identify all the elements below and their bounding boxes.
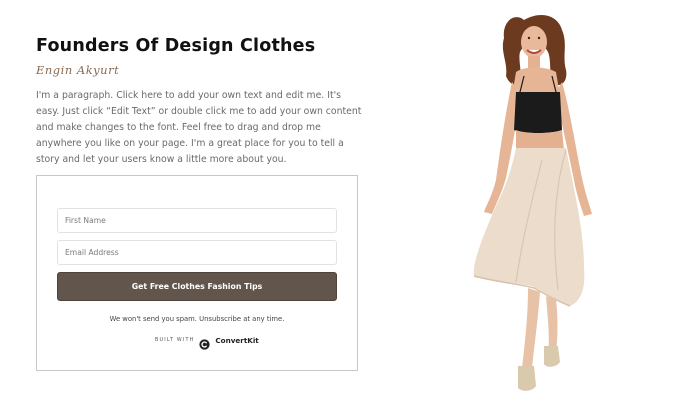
model-photo	[473, 15, 592, 391]
spam-notice: We won't send you spam. Unsubscribe at a…	[109, 315, 285, 323]
intro-paragraph: I'm a paragraph. Click here to add your …	[36, 90, 362, 165]
model-top	[514, 92, 562, 133]
built-with-label: BUILT WITH	[155, 337, 195, 343]
first-name-input[interactable]	[57, 208, 337, 233]
convertkit-logo-icon	[199, 335, 211, 350]
signature-text: Engin Akyurt	[36, 63, 120, 77]
email-input[interactable]	[57, 240, 337, 265]
get-tips-button[interactable]: Get Free Clothes Fashion Tips	[57, 272, 337, 301]
convertkit-name: ConvertKit	[215, 335, 259, 345]
page-title: Founders Of Design Clothes	[36, 36, 316, 56]
model-skirt	[473, 148, 585, 306]
signup-form: Get Free Clothes Fashion Tips We won't s…	[36, 175, 358, 371]
built-with-convertkit-link[interactable]: BUILT WITH ConvertKit	[155, 334, 259, 350]
